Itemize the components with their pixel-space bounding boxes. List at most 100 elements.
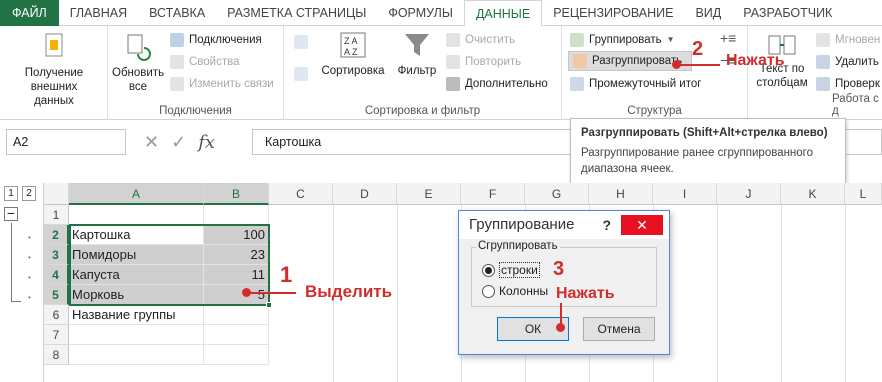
group-connections: Обновить все Подключения Свойства Измени… xyxy=(108,26,284,120)
edit-links-icon xyxy=(170,77,184,91)
clear-button[interactable]: Очистить xyxy=(446,30,515,50)
row-header-5[interactable]: 5 xyxy=(44,285,69,305)
get-external-data-button[interactable]: Получение внешних данных xyxy=(4,32,104,108)
outline-dot: • xyxy=(28,293,31,302)
advanced-button[interactable]: Дополнительно xyxy=(446,74,548,94)
row-header-4[interactable]: 4 xyxy=(44,265,69,285)
column-header-b[interactable]: B xyxy=(204,183,269,205)
outline-level-1-button[interactable]: 1 xyxy=(4,186,18,201)
tab-data[interactable]: ДАННЫЕ xyxy=(463,0,543,27)
annotation-text-3: Нажать xyxy=(556,285,615,302)
filter-label: Фильтр xyxy=(397,65,437,77)
close-icon[interactable]: ✕ xyxy=(621,215,663,235)
column-header-l[interactable]: L xyxy=(845,183,882,205)
tab-review[interactable]: РЕЦЕНЗИРОВАНИЕ xyxy=(542,0,684,26)
sort-button[interactable]: Z AA Z Сортировка xyxy=(320,30,386,78)
cell-a6[interactable]: Название группы xyxy=(69,305,204,325)
tab-home[interactable]: ГЛАВНАЯ xyxy=(59,0,138,26)
annotation-step-3: 3 xyxy=(553,258,565,280)
refresh-icon xyxy=(127,34,151,61)
cell-b7[interactable] xyxy=(204,325,269,345)
outline-bracket-end xyxy=(11,301,21,302)
column-header-d[interactable]: D xyxy=(333,183,397,205)
tab-insert[interactable]: ВСТАВКА xyxy=(138,0,216,26)
insert-function-icon[interactable]: fx xyxy=(198,132,215,153)
cell-b1[interactable] xyxy=(204,205,269,225)
column-header-a[interactable]: A xyxy=(69,183,204,205)
filter-button[interactable]: Фильтр xyxy=(394,30,440,78)
edit-links-button[interactable]: Изменить связи xyxy=(170,74,274,94)
cell-b8[interactable] xyxy=(204,345,269,365)
row-header-3[interactable]: 3 xyxy=(44,245,69,265)
row-header-8[interactable]: 8 xyxy=(44,345,69,365)
properties-button[interactable]: Свойства xyxy=(170,52,240,72)
validation-button[interactable]: Проверк xyxy=(816,74,880,94)
annotation-arrow-2 xyxy=(676,64,720,66)
sort-label: Сортировка xyxy=(321,65,385,77)
row-header-2[interactable]: 2 xyxy=(44,225,69,245)
connections-button[interactable]: Подключения xyxy=(170,30,262,50)
connections-label: Подключения xyxy=(189,34,262,46)
sort-za-button[interactable] xyxy=(294,64,308,84)
column-header-h[interactable]: H xyxy=(589,183,653,205)
row-header-7[interactable]: 7 xyxy=(44,325,69,345)
collapse-group-button[interactable]: − xyxy=(4,206,18,221)
annotation-dot-3 xyxy=(556,323,565,332)
tab-file[interactable]: ФАЙЛ xyxy=(0,0,59,26)
remove-duplicates-icon xyxy=(816,55,830,69)
subtotal-button[interactable]: Промежуточный итог xyxy=(570,74,701,94)
validation-label: Проверк xyxy=(835,78,880,90)
get-external-label: Получение внешних данных xyxy=(24,67,84,107)
group-get-external: Получение внешних данных xyxy=(0,26,108,120)
help-icon[interactable]: ? xyxy=(602,211,611,239)
tab-developer[interactable]: РАЗРАБОТЧИК xyxy=(732,0,843,26)
cancel-icon[interactable]: ✕ xyxy=(144,132,159,153)
sort-az-button[interactable] xyxy=(294,32,308,52)
connections-group-label: Подключения xyxy=(159,105,232,117)
column-header-g[interactable]: G xyxy=(525,183,589,205)
clear-label: Очистить xyxy=(465,34,516,46)
properties-label: Свойства xyxy=(189,56,240,68)
radio-rows[interactable]: строки xyxy=(482,262,540,278)
tab-formulas[interactable]: ФОРМУЛЫ xyxy=(377,0,464,26)
refresh-all-button[interactable]: Обновить все xyxy=(112,32,164,94)
column-header-i[interactable]: I xyxy=(653,183,717,205)
enter-icon[interactable]: ✓ xyxy=(171,132,186,153)
ribbon-tabs: ФАЙЛ ГЛАВНАЯ ВСТАВКА РАЗМЕТКА СТРАНИЦЫ Ф… xyxy=(0,0,882,27)
cell-a8[interactable] xyxy=(69,345,204,365)
group-label: Группировать xyxy=(589,34,662,46)
outline-level-2-button[interactable]: 2 xyxy=(22,186,36,201)
annotation-dot-2 xyxy=(672,60,681,69)
cancel-button[interactable]: Отмена xyxy=(583,317,655,341)
column-header-f[interactable]: F xyxy=(461,183,525,205)
flash-fill-button[interactable]: Мгновен xyxy=(816,30,880,50)
row-header-6[interactable]: 6 xyxy=(44,305,69,325)
name-box[interactable]: A2 xyxy=(6,129,126,155)
cell-a7[interactable] xyxy=(69,325,204,345)
annotation-step-2: 2 xyxy=(692,38,704,60)
group-icon xyxy=(570,33,584,47)
group-button[interactable]: Группировать ▼ xyxy=(570,30,675,50)
radio-rows-label: строки xyxy=(499,262,540,278)
filter-icon xyxy=(405,34,429,56)
column-header-c[interactable]: C xyxy=(269,183,333,205)
cell-b6[interactable] xyxy=(204,305,269,325)
show-detail-icon[interactable]: +≡ xyxy=(720,28,736,48)
column-header-j[interactable]: J xyxy=(717,183,781,205)
tooltip-title: Разгруппировать (Shift+Alt+стрелка влево… xyxy=(581,127,828,139)
sort-filter-group-label: Сортировка и фильтр xyxy=(364,105,481,117)
fill-handle[interactable] xyxy=(266,302,272,308)
tab-view[interactable]: ВИД xyxy=(684,0,732,26)
row-header-1[interactable]: 1 xyxy=(44,205,69,225)
column-header-k[interactable]: K xyxy=(781,183,845,205)
radio-columns[interactable]: Колонны xyxy=(482,284,548,298)
annotation-text-1: Выделить xyxy=(305,282,393,301)
sort-icon: Z AA Z xyxy=(340,32,366,58)
remove-duplicates-label: Удалить д xyxy=(835,56,882,68)
remove-duplicates-button[interactable]: Удалить д xyxy=(816,52,882,72)
column-header-e[interactable]: E xyxy=(397,183,461,205)
tab-page-layout[interactable]: РАЗМЕТКА СТРАНИЦЫ xyxy=(216,0,377,26)
reapply-button[interactable]: Повторить xyxy=(446,52,521,72)
select-all-corner[interactable] xyxy=(44,183,69,205)
cell-a1[interactable] xyxy=(69,205,204,225)
